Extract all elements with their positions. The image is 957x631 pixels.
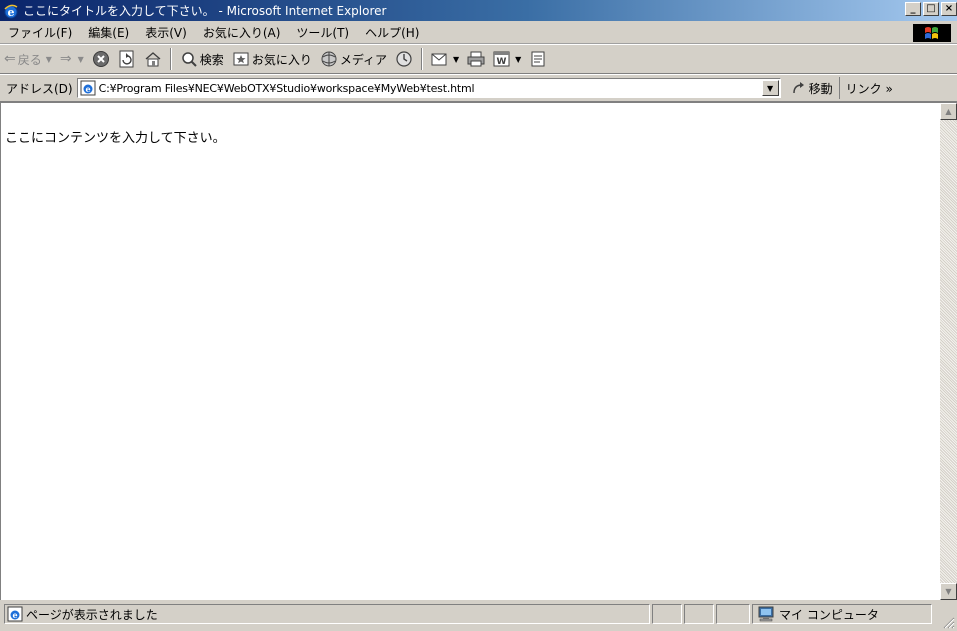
my-computer-icon bbox=[758, 606, 774, 622]
discuss-button[interactable] bbox=[525, 47, 551, 71]
search-icon bbox=[182, 52, 197, 67]
forward-arrow-icon: ⇒ bbox=[59, 51, 72, 67]
address-dropdown-button[interactable]: ▼ bbox=[761, 80, 779, 96]
svg-text:e: e bbox=[85, 84, 90, 94]
status-lock-pane bbox=[684, 604, 714, 624]
minimize-button[interactable]: _ bbox=[905, 2, 921, 16]
search-label: 検索 bbox=[199, 52, 224, 67]
toolbar-separator bbox=[169, 48, 172, 70]
go-button[interactable]: 移動 bbox=[781, 80, 839, 97]
scroll-up-button[interactable]: ▲ bbox=[940, 103, 957, 120]
status-bar: e ページが表示されました マイ コンピュータ bbox=[0, 600, 957, 631]
status-message-pane: e ページが表示されました bbox=[4, 604, 650, 624]
stop-button[interactable] bbox=[88, 47, 114, 71]
address-label: アドレス(D) bbox=[6, 81, 73, 96]
svg-text:W: W bbox=[497, 57, 507, 67]
search-button[interactable]: 検索 bbox=[176, 47, 228, 71]
media-button[interactable]: メディア bbox=[316, 47, 391, 71]
page-content-text: ここにコンテンツを入力して下さい。 bbox=[5, 131, 226, 146]
title-bar[interactable]: e ここにタイトルを入力して下さい。 - Microsoft Internet … bbox=[0, 0, 957, 21]
ie-page-icon: e bbox=[80, 80, 96, 96]
status-progress-pane bbox=[652, 604, 682, 624]
menu-tools[interactable]: ツール(T) bbox=[288, 24, 357, 41]
window-controls: _ □ × bbox=[903, 2, 957, 16]
history-button[interactable] bbox=[391, 47, 417, 71]
links-button[interactable]: リンク » bbox=[838, 77, 893, 99]
home-button[interactable] bbox=[140, 47, 166, 71]
back-dropdown-icon[interactable]: ▼ bbox=[46, 55, 52, 64]
browser-window: e ここにタイトルを入力して下さい。 - Microsoft Internet … bbox=[0, 0, 957, 631]
stop-icon bbox=[92, 51, 109, 67]
history-icon bbox=[396, 51, 412, 67]
svg-text:e: e bbox=[12, 610, 17, 620]
edit-dropdown-icon[interactable]: ▼ bbox=[515, 55, 521, 64]
zone-label: マイ コンピュータ bbox=[779, 607, 879, 622]
edit-button[interactable]: W ▼ bbox=[489, 47, 525, 71]
window-title: ここにタイトルを入力して下さい。 - Microsoft Internet Ex… bbox=[23, 4, 387, 18]
menu-bar: ファイル(F) 編集(E) 表示(V) お気に入り(A) ツール(T) ヘルプ(… bbox=[0, 21, 957, 44]
favorites-label: お気に入り bbox=[251, 52, 312, 67]
close-button[interactable]: × bbox=[941, 2, 957, 16]
menu-edit[interactable]: 編集(E) bbox=[80, 24, 137, 41]
refresh-button[interactable] bbox=[114, 47, 140, 71]
scroll-down-icon: ▼ bbox=[945, 587, 952, 596]
back-button[interactable]: ⇐ 戻る ▼ bbox=[0, 47, 56, 71]
go-arrow-icon bbox=[792, 82, 804, 94]
toolbar-separator bbox=[421, 48, 423, 70]
resize-grip-icon[interactable] bbox=[941, 615, 955, 629]
links-label: リンク » bbox=[845, 81, 893, 96]
menu-favorites[interactable]: お気に入り(A) bbox=[195, 24, 289, 41]
security-zone-pane[interactable]: マイ コンピュータ bbox=[752, 604, 932, 624]
print-button[interactable] bbox=[463, 47, 489, 71]
home-icon bbox=[145, 52, 161, 67]
windows-logo-icon bbox=[925, 27, 938, 39]
mail-button[interactable]: ▼ bbox=[427, 47, 463, 71]
scroll-down-button[interactable]: ▼ bbox=[940, 583, 957, 600]
page-viewport[interactable]: ここにコンテンツを入力して下さい。 ▲ ▼ bbox=[0, 102, 957, 600]
standard-toolbar: ⇐ 戻る ▼ ⇒ ▼ 検索 お気に入り メディア ▼ W ▼ bbox=[0, 44, 957, 74]
menu-view[interactable]: 表示(V) bbox=[137, 24, 195, 41]
back-label: 戻る bbox=[17, 52, 42, 67]
go-label: 移動 bbox=[808, 81, 833, 96]
maximize-button[interactable]: □ bbox=[923, 2, 939, 16]
address-input[interactable]: e C:¥Program Files¥NEC¥WebOTX¥Studio¥wor… bbox=[76, 78, 781, 98]
ie-page-icon: e bbox=[7, 606, 23, 622]
svg-text:e: e bbox=[8, 6, 15, 19]
scroll-up-icon: ▲ bbox=[945, 107, 952, 116]
mail-dropdown-icon[interactable]: ▼ bbox=[453, 55, 459, 64]
windows-logo-throbber bbox=[913, 24, 951, 42]
address-bar: アドレス(D) e C:¥Program Files¥NEC¥WebOTX¥St… bbox=[0, 74, 957, 102]
discuss-icon bbox=[531, 51, 545, 67]
word-edit-icon: W bbox=[493, 51, 510, 67]
forward-dropdown-icon[interactable]: ▼ bbox=[78, 55, 84, 64]
mail-icon bbox=[431, 53, 447, 66]
media-icon bbox=[321, 51, 337, 67]
media-label: メディア bbox=[339, 52, 387, 67]
address-url[interactable]: C:¥Program Files¥NEC¥WebOTX¥Studio¥works… bbox=[99, 82, 762, 95]
status-blank-pane bbox=[716, 604, 750, 624]
menu-help[interactable]: ヘルプ(H) bbox=[357, 24, 427, 41]
status-text: ページが表示されました bbox=[26, 607, 158, 622]
favorites-icon bbox=[233, 52, 249, 66]
forward-button[interactable]: ⇒ ▼ bbox=[56, 47, 88, 71]
refresh-icon bbox=[119, 50, 134, 68]
favorites-button[interactable]: お気に入り bbox=[228, 47, 316, 71]
chevron-down-icon: ▼ bbox=[767, 83, 774, 93]
menu-file[interactable]: ファイル(F) bbox=[0, 24, 80, 41]
print-icon bbox=[467, 51, 485, 67]
internet-explorer-icon[interactable]: e bbox=[3, 3, 19, 19]
back-arrow-icon: ⇐ bbox=[4, 51, 16, 67]
vertical-scrollbar[interactable]: ▲ ▼ bbox=[940, 103, 957, 600]
